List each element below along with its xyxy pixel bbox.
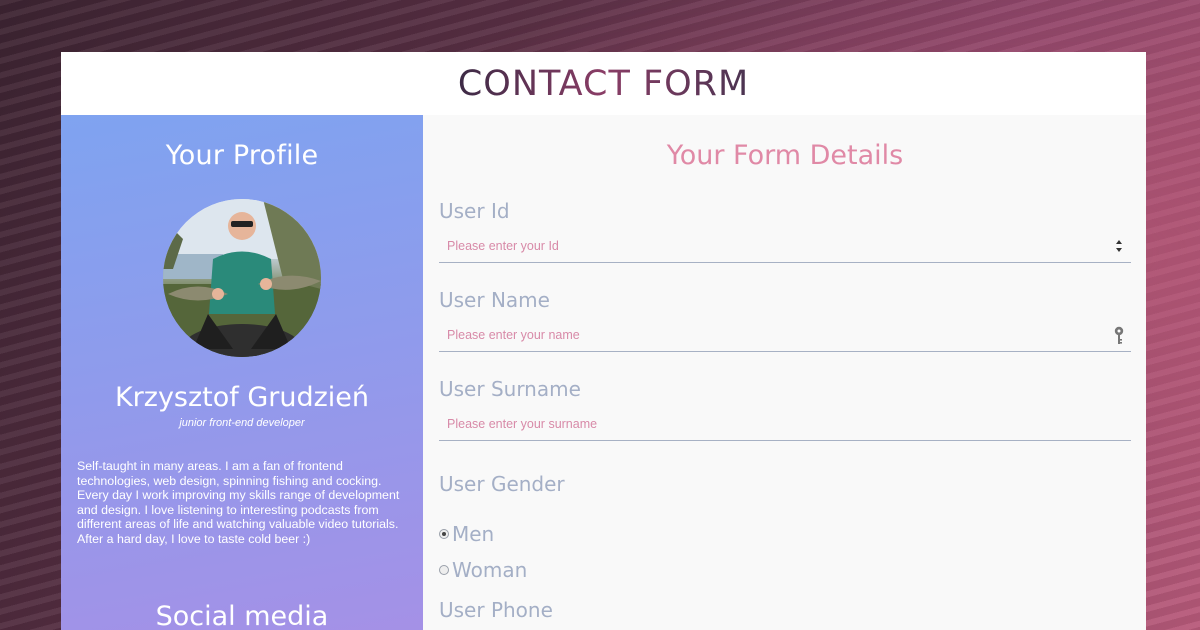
- contact-form-card: CONTACT FORM Your Profile Krzysztof Grud…: [61, 52, 1146, 630]
- key-icon[interactable]: [1113, 326, 1125, 346]
- user-phone-label: User Phone: [439, 598, 553, 622]
- gender-option-label: Men: [452, 522, 495, 546]
- user-id-input[interactable]: [439, 238, 1131, 253]
- avatar-photo: [163, 199, 321, 357]
- gender-option-men[interactable]: Men: [439, 516, 1131, 552]
- user-name-input[interactable]: [439, 327, 1131, 342]
- form-heading: Your Form Details: [666, 140, 904, 171]
- spinner-down-icon[interactable]: [1116, 248, 1122, 252]
- gender-options: Men Woman: [439, 516, 1131, 588]
- user-id-group: User Id: [439, 199, 1131, 263]
- user-surname-input[interactable]: [439, 416, 1131, 431]
- user-gender-group: User Gender Men Woman: [439, 472, 1131, 588]
- user-name-row: [439, 318, 1131, 352]
- user-phone-group: User Phone: [439, 598, 1131, 622]
- user-id-row: [439, 229, 1131, 263]
- profile-heading: Your Profile: [165, 140, 319, 171]
- page-title: CONTACT FORM: [457, 63, 750, 104]
- user-id-label: User Id: [439, 199, 510, 223]
- card-header: CONTACT FORM: [61, 52, 1146, 115]
- number-spinner-icon[interactable]: [1115, 240, 1123, 252]
- gender-option-woman[interactable]: Woman: [439, 552, 1131, 588]
- user-surname-label: User Surname: [439, 377, 581, 401]
- user-name-label: User Name: [439, 288, 550, 312]
- social-media-heading: Social media: [155, 600, 329, 630]
- user-name-group: User Name: [439, 288, 1131, 352]
- user-surname-group: User Surname: [439, 377, 1131, 441]
- profile-bio: Self-taught in many areas. I am a fan of…: [77, 459, 400, 546]
- user-gender-label: User Gender: [439, 472, 565, 496]
- form-panel: Your Form Details User Id User Name: [423, 115, 1146, 630]
- profile-role: junior front-end developer: [179, 417, 305, 429]
- radio-icon[interactable]: [439, 529, 449, 539]
- avatar: [163, 199, 321, 357]
- radio-icon[interactable]: [439, 565, 449, 575]
- profile-name: Krzysztof Grudzień: [114, 382, 370, 413]
- user-surname-row: [439, 407, 1131, 441]
- spinner-up-icon[interactable]: [1116, 240, 1122, 244]
- gender-option-label: Woman: [452, 558, 528, 582]
- profile-panel: Your Profile Krzysztof Grudzień junior f…: [61, 115, 423, 630]
